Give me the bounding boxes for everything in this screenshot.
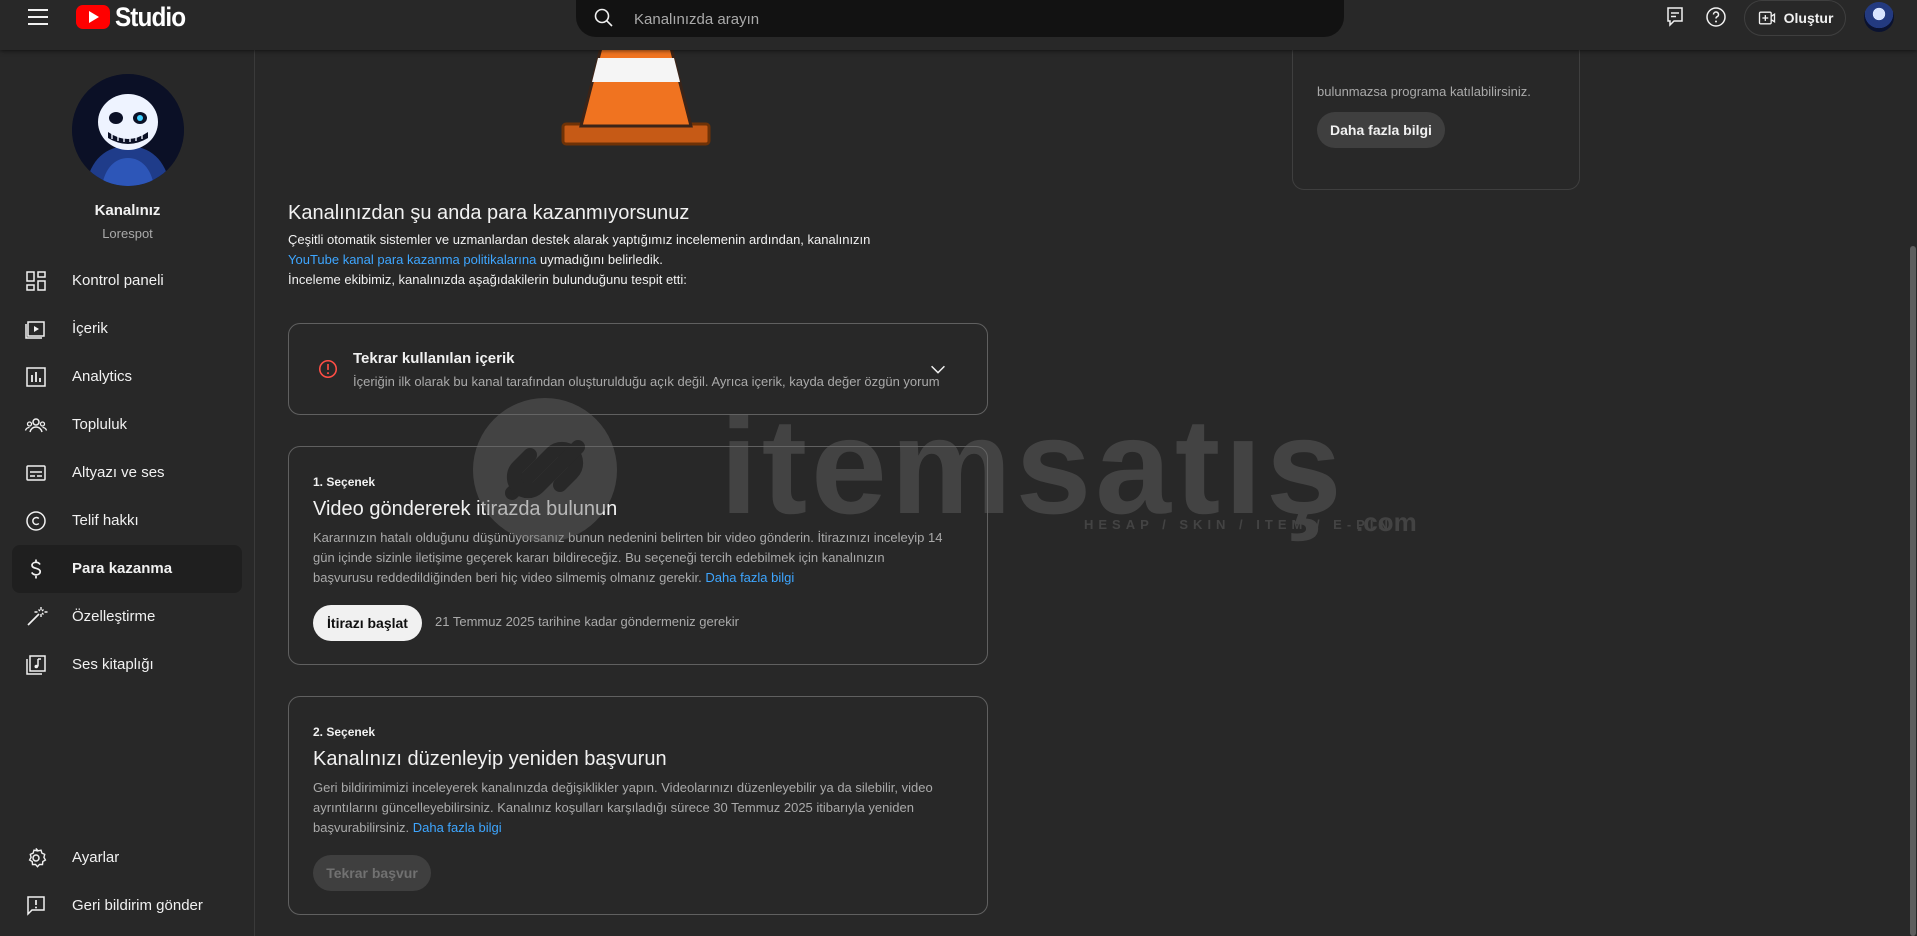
hamburger-menu-icon[interactable] xyxy=(22,6,54,30)
sidebar-item-feedback[interactable]: Geri bildirim gönder xyxy=(12,882,242,930)
sidebar-item-label: Kontrol paneli xyxy=(72,272,164,289)
traffic-cone-illustration xyxy=(561,40,711,146)
create-button[interactable]: Oluştur xyxy=(1744,0,1846,36)
channel-avatar[interactable] xyxy=(72,74,184,186)
create-video-icon xyxy=(1758,11,1775,25)
sidebar-item-label: Para kazanma xyxy=(72,560,173,577)
intro-text: Çeşitli otomatik sistemler ve uzmanlarda… xyxy=(288,230,928,290)
start-appeal-button[interactable]: İtirazı başlat xyxy=(313,605,422,641)
learn-more-link[interactable]: Daha fazla bilgi xyxy=(413,820,502,835)
sidebar-item-label: Altyazı ve ses xyxy=(72,464,165,481)
warning-circle-icon xyxy=(318,359,338,379)
sidebar-item-label: Özelleştirme xyxy=(72,608,156,625)
analytics-icon xyxy=(26,367,46,387)
sidebar-item-monetization[interactable]: Para kazanma xyxy=(12,545,242,593)
sidebar-item-settings[interactable]: Ayarlar xyxy=(12,834,242,882)
search-bar[interactable] xyxy=(576,0,1344,37)
audio-library-icon xyxy=(26,655,46,675)
sidebar-item-label: Telif hakkı xyxy=(72,512,139,529)
youtube-logo-icon xyxy=(76,5,110,29)
create-label: Oluştur xyxy=(1783,10,1834,26)
magic-wand-icon xyxy=(27,607,48,626)
sidebar-item-label: Analytics xyxy=(72,368,133,385)
page-heading: Kanalınızdan şu anda para kazanmıyorsunu… xyxy=(288,202,690,224)
sidebar-item-label: Ayarlar xyxy=(72,849,120,866)
learn-more-link[interactable]: Daha fazla bilgi xyxy=(705,570,794,585)
sidebar-item-label: Ses kitaplığı xyxy=(72,656,154,673)
intro-line-3: İnceleme ekibimiz, kanalınızda aşağıdaki… xyxy=(288,272,687,287)
option-label: 2. Seçenek xyxy=(313,725,376,739)
content-icon xyxy=(25,321,45,339)
option-title: Video göndererek itirazda bulunun xyxy=(313,498,618,520)
option-description-text: Geri bildirimimizi inceleyerek kanalınız… xyxy=(313,780,933,835)
info-side-card: bulunmazsa programa katılabilirsiniz. Da… xyxy=(1292,40,1580,190)
scrollbar[interactable] xyxy=(1910,246,1916,936)
sidebar-item-customization[interactable]: Özelleştirme xyxy=(12,593,242,641)
option-description-text: Kararınızın hatalı olduğunu düşünüyorsan… xyxy=(313,530,943,585)
option-2-card: 2. Seçenek Kanalınızı düzenleyip yeniden… xyxy=(288,696,988,915)
studio-logo[interactable]: Studio xyxy=(76,0,193,34)
appeal-deadline: 21 Temmuz 2025 tarihine kadar göndermeni… xyxy=(435,614,739,629)
sidebar-item-label: Geri bildirim gönder xyxy=(72,897,203,914)
sidebar-item-analytics[interactable]: Analytics xyxy=(12,353,242,401)
reason-card[interactable]: Tekrar kullanılan içerik İçeriğin ilk ol… xyxy=(288,323,988,415)
logo-text: Studio xyxy=(115,1,186,32)
top-header: Studio Oluştur xyxy=(0,0,1917,50)
chevron-down-icon[interactable] xyxy=(927,358,949,380)
sidebar-item-subtitles[interactable]: Altyazı ve ses xyxy=(12,449,242,497)
channel-name: Kanalınız xyxy=(94,202,161,219)
sidebar-item-label: Topluluk xyxy=(72,416,128,433)
option-description: Kararınızın hatalı olduğunu düşünüyorsan… xyxy=(313,528,945,588)
option-1-card: 1. Seçenek Video göndererek itirazda bul… xyxy=(288,446,988,665)
subtitles-icon xyxy=(26,465,46,481)
sidebar: Kanalınız Lorespot Kontrol paneli İçerik… xyxy=(0,50,255,936)
account-avatar[interactable] xyxy=(1864,2,1894,32)
gear-icon xyxy=(28,848,47,868)
option-title: Kanalınızı düzenleyip yeniden başvurun xyxy=(313,748,667,770)
dollar-icon xyxy=(31,559,42,579)
sidebar-item-audio-library[interactable]: Ses kitaplığı xyxy=(12,641,242,689)
intro-line-2: YouTube kanal para kazanma politikaların… xyxy=(288,250,928,270)
sidebar-item-label: İçerik xyxy=(72,320,108,337)
side-card-text: bulunmazsa programa katılabilirsiniz. xyxy=(1317,84,1531,99)
sidebar-item-community[interactable]: Topluluk xyxy=(12,401,242,449)
search-input[interactable] xyxy=(632,6,1316,32)
reason-title: Tekrar kullanılan içerik xyxy=(353,350,515,367)
sidebar-item-dashboard[interactable]: Kontrol paneli xyxy=(12,257,242,305)
learn-more-button[interactable]: Daha fazla bilgi xyxy=(1317,112,1445,148)
reason-description: İçeriğin ilk olarak bu kanal tarafından … xyxy=(353,374,940,389)
feedback-icon xyxy=(27,896,45,916)
policy-link[interactable]: YouTube kanal para kazanma politikaların… xyxy=(288,252,536,267)
help-icon[interactable] xyxy=(1704,5,1728,29)
skull-avatar-image xyxy=(72,74,184,186)
intro-line-2-rest: uymadığını belirledik. xyxy=(536,252,663,267)
community-icon xyxy=(24,418,48,433)
main-content: bulunmazsa programa katılabilirsiniz. Da… xyxy=(256,40,1896,936)
reapply-button: Tekrar başvur xyxy=(313,855,431,891)
dashboard-icon xyxy=(26,271,46,291)
sidebar-item-content[interactable]: İçerik xyxy=(12,305,242,353)
intro-line-1: Çeşitli otomatik sistemler ve uzmanlarda… xyxy=(288,232,871,247)
option-description: Geri bildirimimizi inceleyerek kanalınız… xyxy=(313,778,945,838)
sidebar-item-copyright[interactable]: Telif hakkı xyxy=(12,497,242,545)
option-label: 1. Seçenek xyxy=(313,475,376,489)
copyright-icon xyxy=(26,511,46,531)
channel-handle: Lorespot xyxy=(102,226,153,241)
subtitles-shortcut-icon[interactable] xyxy=(1663,5,1687,29)
search-icon[interactable] xyxy=(592,6,616,30)
